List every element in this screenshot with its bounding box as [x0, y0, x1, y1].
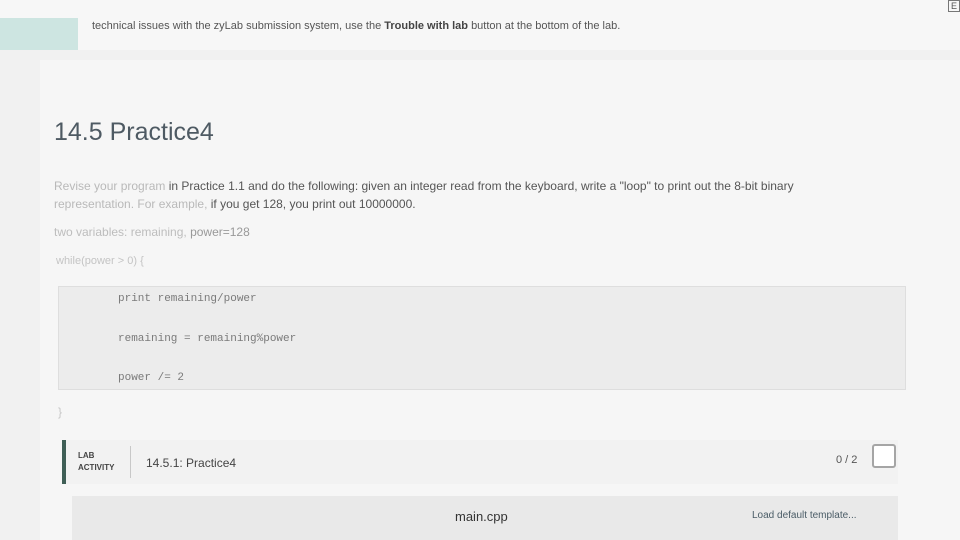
notice-text: technical issues with the zyLab submissi… [92, 20, 620, 32]
code-line: remaining = remaining%power [118, 333, 297, 345]
editor-header: main.cpp Load default template... [72, 496, 898, 540]
completion-checkbox-icon [872, 444, 896, 468]
problem-description: Revise your program in Practice 1.1 and … [54, 177, 924, 213]
desc-line2-faded: representation. For example, [54, 197, 208, 211]
desc-line1-faded: Revise your program [54, 179, 166, 193]
filename-label: main.cpp [455, 509, 508, 524]
divider [130, 446, 131, 478]
lab-activity-bar[interactable]: LAB ACTIVITY 14.5.1: Practice4 0 / 2 [62, 440, 898, 484]
notice-prefix: technical issues with the zyLab submissi… [92, 20, 382, 32]
lab-label-line1: LAB [78, 451, 95, 460]
notice-trouble-link-text: Trouble with lab [384, 20, 468, 32]
corner-icon[interactable]: E [948, 0, 960, 12]
section-title: 14.5 Practice4 [54, 118, 214, 146]
code-line: print remaining/power [118, 293, 257, 305]
lab-label-line2: ACTIVITY [78, 463, 115, 472]
load-default-template-link[interactable]: Load default template... [752, 510, 857, 521]
variables-text: power=128 [190, 225, 250, 239]
variables-line: two variables: remaining, power=128 [54, 225, 250, 239]
variables-faded: two variables: remaining, [54, 225, 191, 239]
lab-activity-title: 14.5.1: Practice4 [146, 456, 237, 470]
close-brace: } [58, 405, 63, 419]
top-notice-bar: technical issues with the zyLab submissi… [0, 0, 960, 50]
header-accent [0, 18, 78, 50]
while-line: while(power > 0) { [56, 255, 144, 267]
lab-activity-label: LAB ACTIVITY [78, 450, 114, 474]
lab-score: 0 / 2 [836, 454, 858, 466]
desc-line1: in Practice 1.1 and do the following: gi… [165, 179, 794, 193]
code-line: power /= 2 [118, 372, 185, 384]
notice-suffix: button at the bottom of the lab. [471, 20, 621, 32]
desc-line2: if you get 128, you print out 10000000. [207, 197, 416, 211]
